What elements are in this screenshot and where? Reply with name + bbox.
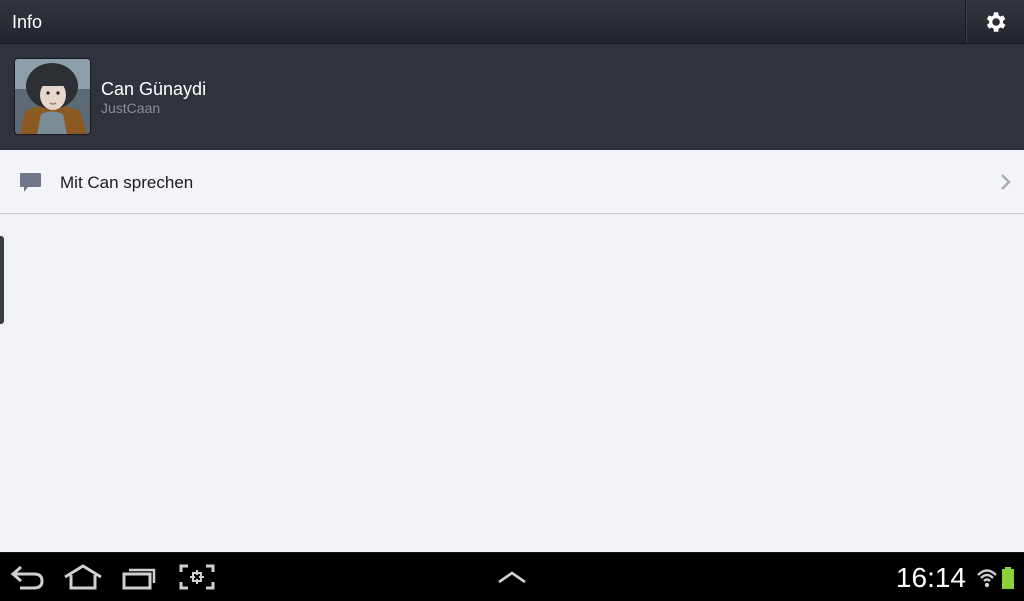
profile-header: Can Günaydi JustCaan bbox=[0, 44, 1024, 150]
chat-bubble-icon bbox=[20, 173, 41, 192]
page-title: Info bbox=[12, 12, 43, 32]
gear-icon bbox=[986, 11, 1006, 32]
content-area bbox=[0, 214, 1024, 552]
avatar[interactable] bbox=[14, 58, 91, 135]
home-icon bbox=[64, 564, 102, 590]
title-bar: Info bbox=[0, 0, 1024, 44]
battery-icon bbox=[1002, 567, 1014, 589]
chat-action-label: Mit Can sprechen bbox=[60, 173, 194, 192]
chevron-right-icon bbox=[1001, 174, 1011, 190]
system-navigation-bar: 16:14 bbox=[0, 552, 1024, 601]
screenshot-button[interactable] bbox=[176, 563, 218, 591]
back-icon bbox=[10, 565, 44, 590]
profile-name: Can Günaydi bbox=[101, 79, 207, 99]
chat-with-contact-row[interactable]: Mit Can sprechen bbox=[0, 150, 1024, 214]
side-panel-handle[interactable] bbox=[0, 236, 4, 324]
wifi-icon bbox=[977, 569, 997, 588]
recent-apps-icon bbox=[122, 568, 156, 590]
back-button[interactable] bbox=[8, 563, 48, 591]
profile-handle: JustCaan bbox=[101, 100, 161, 116]
recent-apps-button[interactable] bbox=[118, 563, 160, 591]
screenshot-icon bbox=[179, 564, 215, 590]
home-button[interactable] bbox=[62, 563, 104, 591]
status-clock: 16:14 bbox=[895, 562, 966, 593]
app-drawer-button[interactable] bbox=[492, 563, 532, 591]
up-arrow-icon bbox=[498, 571, 526, 584]
settings-button[interactable] bbox=[965, 0, 1024, 43]
